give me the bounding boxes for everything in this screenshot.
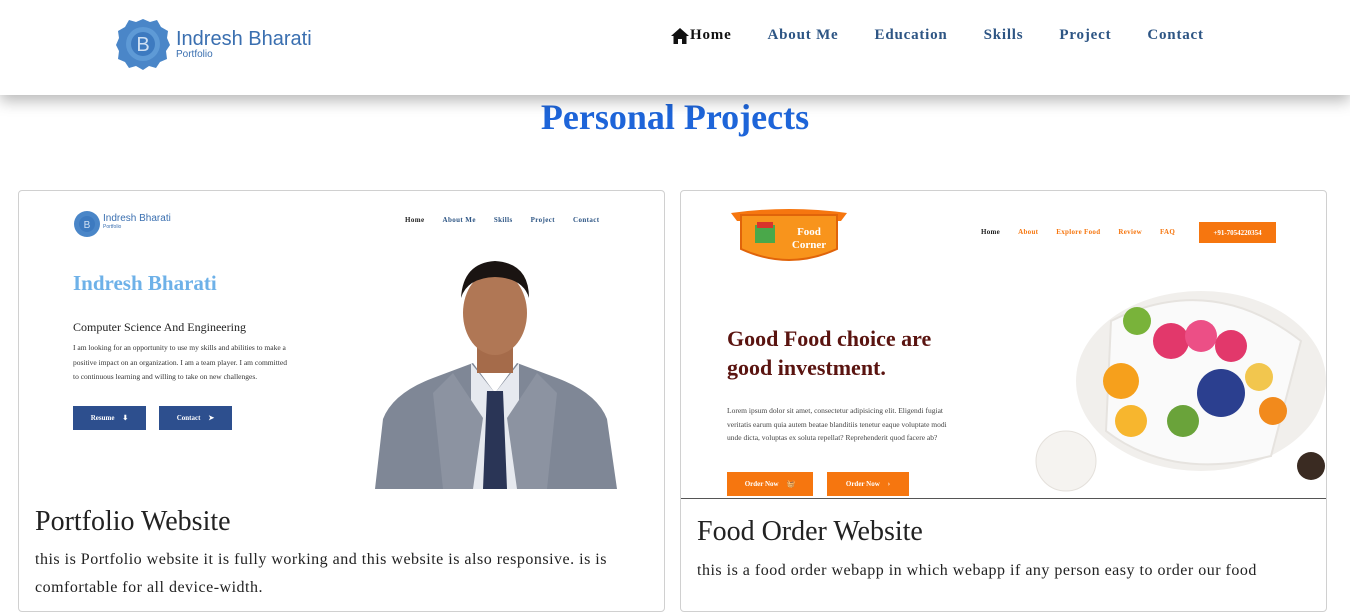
food-phone-badge: +91-7054220354 bbox=[1199, 222, 1276, 243]
nav-home[interactable]: Home bbox=[671, 27, 732, 44]
svg-text:B: B bbox=[84, 220, 91, 231]
logo-subtitle: Portfolio bbox=[176, 48, 213, 60]
food-order-preview-image[interactable]: Food Corner Home About Explore Food Revi… bbox=[681, 191, 1326, 499]
nav-home-label: Home bbox=[690, 27, 732, 43]
portrait-image bbox=[375, 261, 617, 489]
food-plate-image bbox=[1035, 291, 1326, 492]
food-nav-item: FAQ bbox=[1159, 228, 1176, 236]
project-description: this is Portfolio website it is fully wo… bbox=[35, 551, 607, 596]
nav-skills[interactable]: Skills bbox=[984, 27, 1024, 44]
preview-text: I am looking for an opportunity to use m… bbox=[73, 343, 287, 381]
preview-nav-item: Home bbox=[405, 216, 425, 224]
food-nav-item: Review bbox=[1118, 228, 1142, 236]
food-preview-heading: Good Food choice are good investment. bbox=[727, 326, 932, 380]
logo[interactable]: B Indresh Bharati Portfolio bbox=[115, 17, 312, 71]
food-nav-item: Home bbox=[981, 228, 1001, 236]
project-title: Food Order Website bbox=[697, 516, 923, 547]
logo-mark: B bbox=[115, 17, 171, 71]
food-logo-text-1: Food bbox=[797, 226, 821, 238]
food-nav-item: Explore Food bbox=[1056, 228, 1101, 236]
project-description: this is a food order webapp in which web… bbox=[697, 562, 1257, 579]
portfolio-preview-image[interactable]: B Indresh Bharati Portfolio Home About M… bbox=[19, 191, 664, 491]
section-title: Personal Projects bbox=[540, 97, 810, 137]
logo-name: Indresh Bharati bbox=[176, 27, 312, 50]
preview-nav-item: Contact bbox=[573, 216, 600, 224]
food-logo-text-2: Corner bbox=[792, 239, 826, 251]
preview-nav-item: About Me bbox=[442, 216, 476, 224]
food-corner-logo: Food Corner bbox=[731, 209, 847, 261]
nav-project[interactable]: Project bbox=[1059, 27, 1111, 44]
food-nav-item: About bbox=[1018, 228, 1039, 236]
preview-heading: Indresh Bharati bbox=[73, 271, 217, 295]
main-nav: Home About Me Education Skills Project C… bbox=[671, 27, 1204, 44]
preview-subheading: Computer Science And Engineering bbox=[73, 320, 246, 334]
preview-resume-button: Resume ⬇ bbox=[73, 406, 146, 430]
navbar: B Indresh Bharati Portfolio Home About M… bbox=[0, 0, 1350, 95]
food-preview-text: Lorem ipsum dolor sit amet, consectetur … bbox=[727, 406, 947, 442]
nav-about-me[interactable]: About Me bbox=[768, 27, 839, 44]
food-order-now-button-1: Order Now 🧺 bbox=[727, 472, 813, 496]
project-card-portfolio[interactable]: B Indresh Bharati Portfolio Home About M… bbox=[18, 190, 665, 612]
home-icon bbox=[671, 27, 689, 44]
preview-logo-icon: B bbox=[74, 211, 100, 237]
preview-nav-item: Skills bbox=[493, 216, 513, 224]
preview-logo-subtitle: Portfolio bbox=[103, 224, 122, 230]
preview-contact-button: Contact ➤ bbox=[159, 406, 232, 430]
logo-letter: B bbox=[136, 34, 149, 56]
preview-nav-item: Project bbox=[530, 216, 556, 224]
preview-nav: Home About Me Skills Project Contact bbox=[405, 216, 600, 224]
project-card-food-order[interactable]: Food Corner Home About Explore Food Revi… bbox=[680, 190, 1327, 612]
preview-logo-name: Indresh Bharati bbox=[103, 213, 171, 224]
project-title: Portfolio Website bbox=[35, 506, 231, 537]
nav-education[interactable]: Education bbox=[875, 27, 948, 44]
food-preview-nav: Home About Explore Food Review FAQ bbox=[981, 228, 1175, 236]
food-order-now-button-2: Order Now › bbox=[827, 472, 909, 496]
nav-contact[interactable]: Contact bbox=[1147, 27, 1203, 44]
